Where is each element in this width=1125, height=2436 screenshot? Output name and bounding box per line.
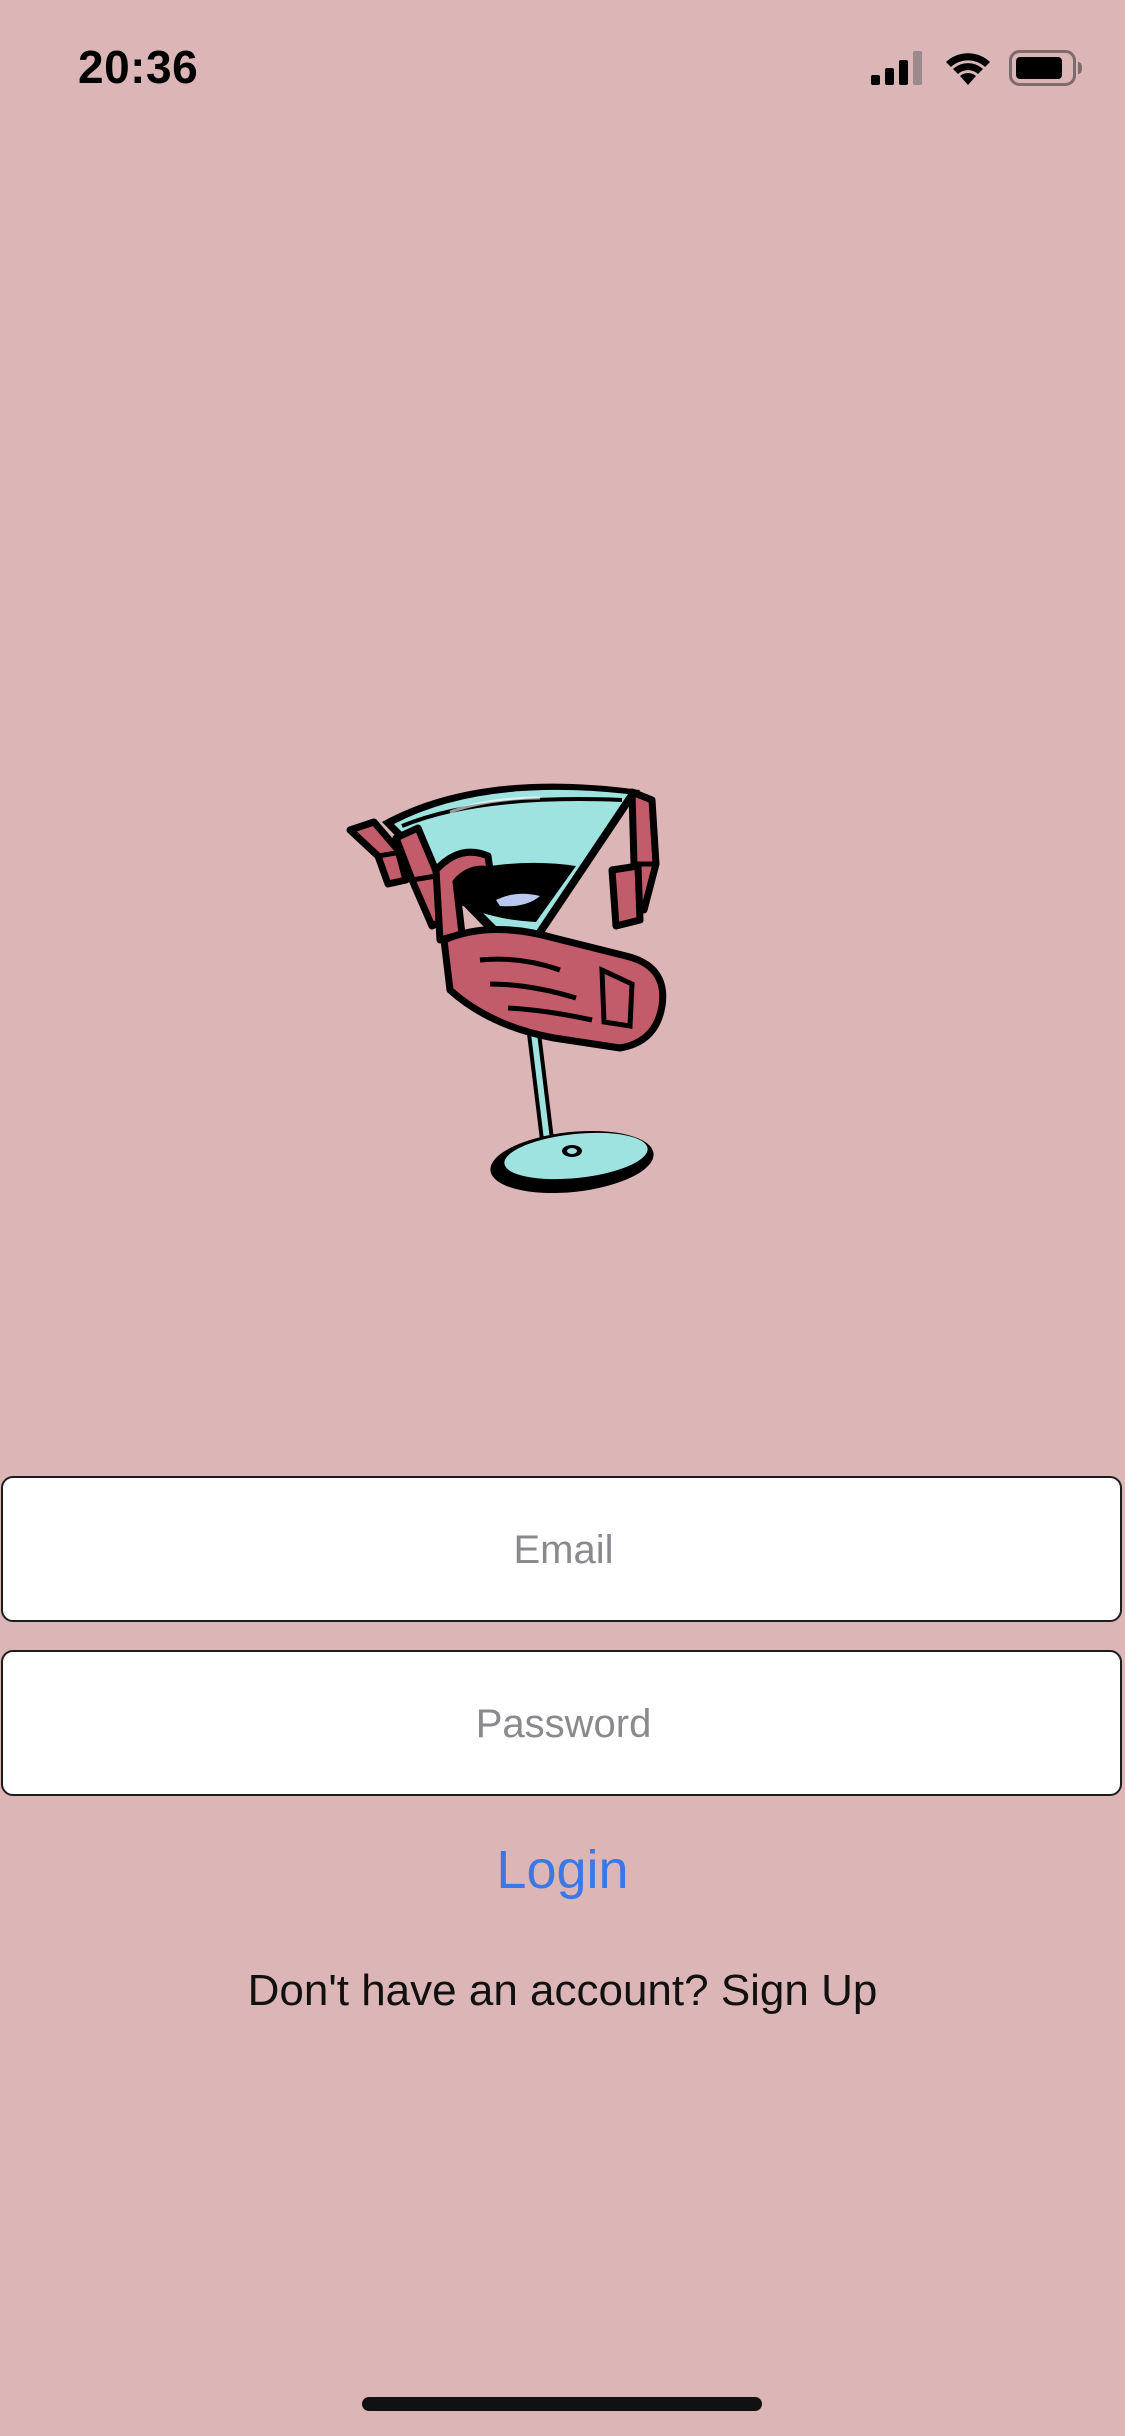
cellular-signal-icon — [871, 51, 922, 85]
password-field[interactable] — [1, 1650, 1124, 1796]
wifi-icon — [946, 53, 990, 85]
battery-icon — [1009, 50, 1082, 86]
skeleton-hand-martini-logo — [340, 770, 680, 1210]
email-field[interactable] — [1, 1476, 1124, 1622]
signup-link[interactable]: Don't have an account? Sign Up — [0, 1966, 1125, 2016]
password-input[interactable] — [3, 1652, 1124, 1796]
status-time: 20:36 — [78, 41, 199, 93]
email-input[interactable] — [3, 1478, 1124, 1622]
home-indicator[interactable] — [362, 2397, 762, 2411]
status-bar: 20:36 — [0, 0, 1125, 140]
status-icons — [871, 50, 1083, 86]
login-button[interactable]: Login — [0, 1830, 1125, 1910]
